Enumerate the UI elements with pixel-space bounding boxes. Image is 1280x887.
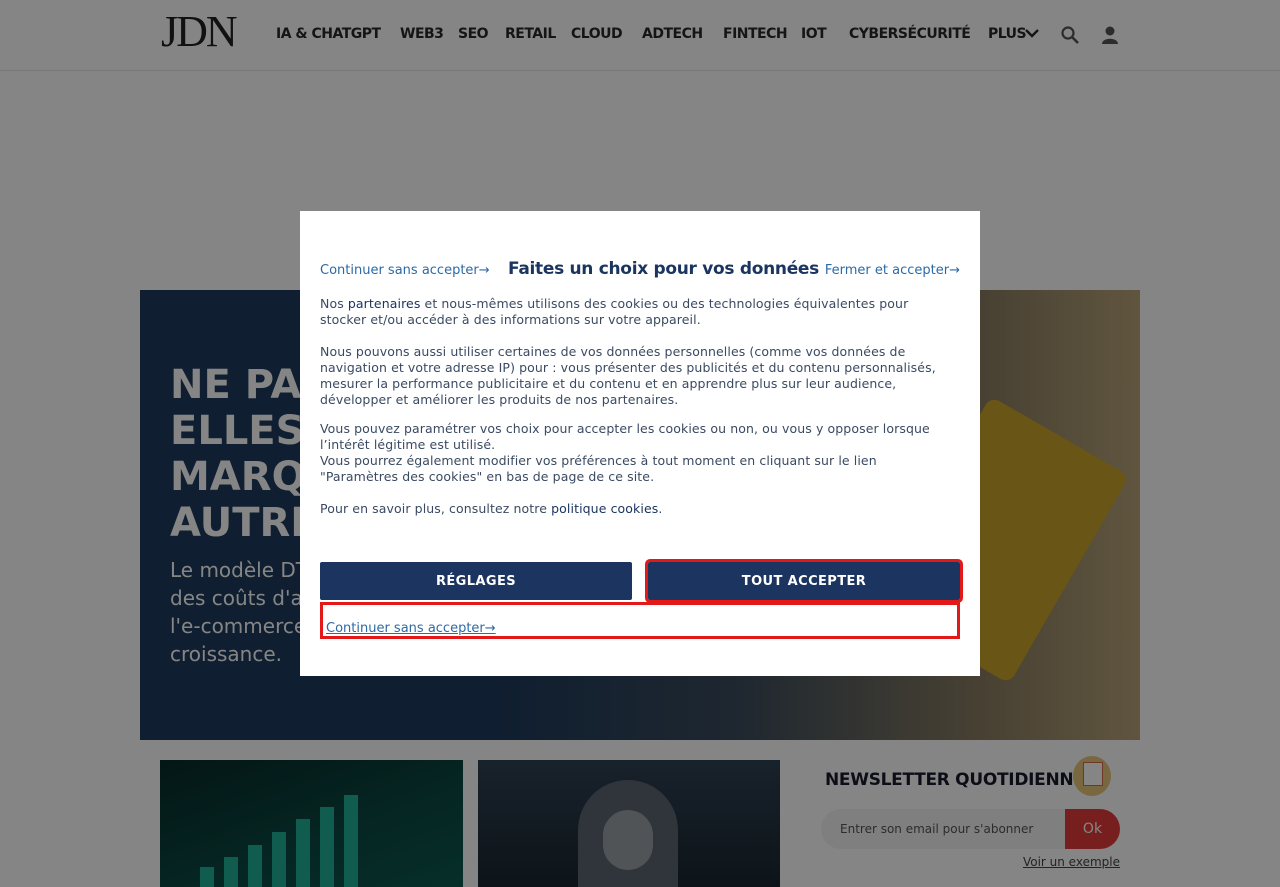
accept-all-button[interactable]: TOUT ACCEPTER bbox=[645, 559, 963, 603]
consent-p1-text-a: Nos bbox=[320, 296, 348, 311]
consent-title: Faites un choix pour vos données bbox=[508, 259, 819, 279]
continue-without-accepting-top-label: Continuer sans accepter bbox=[320, 263, 479, 278]
cookie-policy-link[interactable]: politique cookies bbox=[551, 501, 658, 516]
consent-paragraph-3: Vous pouvez paramétrer vos choix pour ac… bbox=[320, 421, 930, 452]
continue-without-accepting-top-link[interactable]: Continuer sans accepter→ bbox=[320, 263, 490, 278]
arrow-right-icon: → bbox=[949, 263, 960, 278]
close-and-accept-label: Fermer et accepter bbox=[824, 263, 950, 278]
consent-p5-text-a: Pour en savoir plus, consultez notre bbox=[320, 501, 552, 516]
continue-without-accepting-bottom-link[interactable]: Continuer sans accepter→ bbox=[326, 621, 496, 636]
consent-p5-text-b: . bbox=[658, 501, 663, 516]
settings-button[interactable]: RÉGLAGES bbox=[320, 562, 632, 600]
continue-without-accepting-bottom-label: Continuer sans accepter bbox=[326, 621, 485, 636]
arrow-right-icon: → bbox=[478, 263, 490, 278]
cookie-consent-dialog: Continuer sans accepter→ Faites un choix… bbox=[300, 211, 980, 676]
consent-paragraph-2: Nous pouvons aussi utiliser certaines de… bbox=[320, 344, 936, 407]
consent-paragraph-5: Pour en savoir plus, consultez notre pol… bbox=[320, 501, 956, 517]
consent-paragraph-1: Nos partenaires et nous-mêmes utilisons … bbox=[320, 296, 956, 328]
partners-link[interactable]: partenaires bbox=[348, 296, 421, 311]
continue-without-accepting-bottom-container: Continuer sans accepter→ bbox=[320, 602, 960, 639]
consent-paragraph-4: Vous pourrez également modifier vos préf… bbox=[320, 453, 877, 484]
consent-body: Nos partenaires et nous-mêmes utilisons … bbox=[320, 296, 956, 517]
close-and-accept-link[interactable]: Fermer et accepter→ bbox=[825, 263, 960, 278]
arrow-right-icon: → bbox=[484, 621, 496, 636]
